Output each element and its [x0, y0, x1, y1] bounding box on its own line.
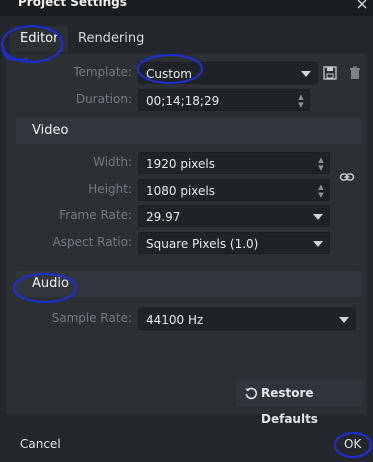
sample-rate-select[interactable]: 44100 Hz — [138, 308, 356, 330]
height-field[interactable]: 1080 pixels ▲ ▼ — [138, 179, 330, 201]
duration-label: Duration: — [75, 92, 132, 106]
frame-rate-label: Frame Rate: — [59, 208, 132, 222]
duration-row: Duration: 00;14;18;29 ▲ ▼ — [6, 89, 367, 111]
duration-value: 00;14;18;29 — [146, 94, 220, 108]
template-label: Template: — [73, 65, 132, 79]
tab-rendering[interactable]: Rendering — [68, 26, 154, 52]
chevron-down-icon — [301, 71, 311, 77]
tab-editor[interactable]: Editor — [10, 26, 69, 52]
template-value: Custom — [146, 67, 192, 81]
audio-section-label: Audio — [32, 276, 69, 291]
width-field[interactable]: 1920 pixels ▲ ▼ — [138, 152, 330, 174]
duration-field[interactable]: 00;14;18;29 ▲ ▼ — [138, 89, 310, 111]
restore-icon — [245, 387, 258, 400]
project-settings-dialog: Project Settings Editor Rendering Templa… — [0, 0, 373, 462]
sample-rate-label: Sample Rate: — [51, 311, 132, 325]
editor-panel: Template: Custom Duration: 00;14;18;29 ▲… — [6, 54, 367, 414]
aspect-ratio-row: Aspect Ratio: Square Pixels (1.0) — [6, 232, 367, 254]
cancel-button[interactable]: Cancel — [20, 430, 61, 458]
width-row: Width: 1920 pixels ▲ ▼ — [6, 152, 367, 174]
title-bar: Project Settings — [0, 0, 373, 16]
height-value: 1080 pixels — [146, 184, 216, 198]
restore-defaults-button[interactable]: Restore Defaults — [236, 380, 362, 426]
dialog-title: Project Settings — [18, 0, 127, 9]
sample-rate-row: Sample Rate: 44100 Hz — [6, 308, 367, 330]
close-icon[interactable] — [355, 0, 369, 11]
ok-button[interactable]: OK — [344, 430, 361, 458]
height-stepper[interactable]: ▲ ▼ — [317, 183, 325, 199]
template-row: Template: Custom — [6, 62, 367, 84]
aspect-ratio-label: Aspect Ratio: — [52, 235, 132, 249]
aspect-ratio-select[interactable]: Square Pixels (1.0) — [138, 232, 330, 254]
audio-section-header: Audio — [16, 271, 361, 297]
frame-rate-select[interactable]: 29.97 — [138, 205, 330, 227]
video-section-header: Video — [16, 118, 361, 144]
chevron-down-icon — [313, 214, 323, 220]
width-stepper[interactable]: ▲ ▼ — [317, 156, 325, 172]
chevron-down-icon — [313, 241, 323, 247]
save-icon[interactable] — [322, 65, 338, 81]
aspect-ratio-value: Square Pixels (1.0) — [146, 237, 259, 251]
frame-rate-row: Frame Rate: 29.97 — [6, 205, 367, 227]
width-value: 1920 pixels — [146, 157, 216, 171]
restore-defaults-label: Restore Defaults — [261, 386, 318, 426]
width-label: Width: — [93, 155, 132, 169]
trash-icon[interactable] — [347, 65, 363, 81]
frame-rate-value: 29.97 — [146, 210, 181, 224]
tab-bar: Editor Rendering — [0, 26, 373, 56]
template-select[interactable]: Custom — [138, 62, 318, 84]
sample-rate-value: 44100 Hz — [146, 313, 204, 327]
height-row: Height: 1080 pixels ▲ ▼ — [6, 179, 367, 201]
duration-stepper[interactable]: ▲ ▼ — [297, 93, 305, 109]
video-section-label: Video — [32, 123, 69, 138]
height-label: Height: — [88, 182, 132, 196]
chevron-down-icon — [339, 317, 349, 323]
